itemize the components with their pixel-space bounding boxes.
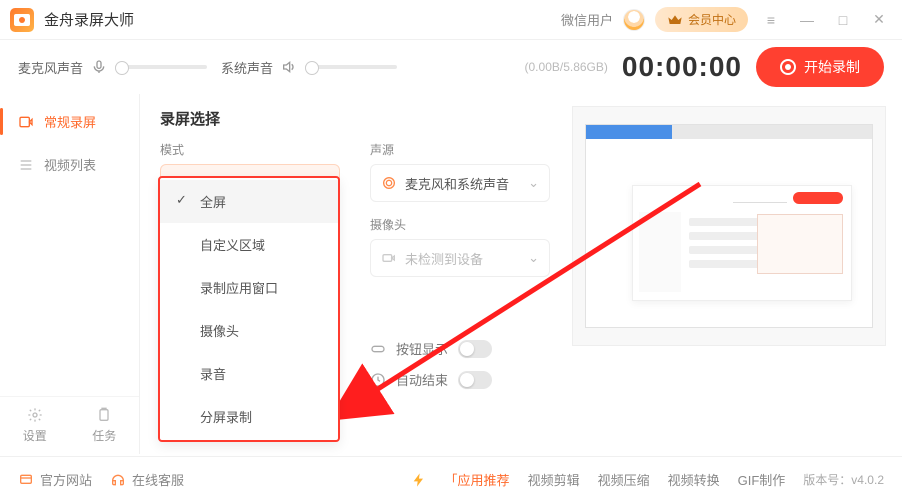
camera-value: 未检测到设备	[405, 249, 483, 268]
dropdown-option-app-window[interactable]: 录制应用窗口	[160, 266, 338, 309]
preview-desktop	[585, 124, 872, 329]
settings-label: 设置	[23, 429, 47, 443]
mode-dropdown: 全屏 自定义区域 录制应用窗口 摄像头 录音 分屏录制	[158, 176, 340, 442]
chevron-down-icon: ⌄	[528, 175, 539, 191]
auto-end-label: 自动结束	[396, 370, 448, 389]
dropdown-option-audio[interactable]: 录音	[160, 352, 338, 395]
storage-text: (0.00B/5.86GB)	[525, 60, 608, 74]
mic-label: 麦克风声音	[18, 58, 83, 77]
button-show-label: 按钮显示	[396, 339, 448, 358]
start-record-button[interactable]: 开始录制	[756, 47, 884, 87]
camera-icon	[381, 250, 397, 266]
tasks-label: 任务	[92, 429, 116, 443]
online-service-link[interactable]: 在线客服	[110, 470, 184, 489]
official-site-label: 官方网站	[40, 470, 92, 489]
auto-end-icon	[370, 372, 386, 388]
menu-icon[interactable]: ≡	[758, 12, 784, 28]
timer-display: 00:00:00	[622, 51, 742, 83]
gif-make-link[interactable]: GIF制作	[738, 470, 786, 489]
tasks-button[interactable]: 任务	[70, 397, 140, 454]
minimize-button[interactable]: —	[794, 12, 820, 28]
dropdown-option-fullscreen[interactable]: 全屏	[160, 180, 338, 223]
member-center-label: 会员中心	[688, 11, 736, 28]
audio-source-select[interactable]: 麦克风和系统声音 ⌄	[370, 164, 550, 202]
sidebar-item-label: 常规录屏	[44, 112, 96, 131]
app-logo-icon	[10, 8, 34, 32]
video-compress-link[interactable]: 视频压缩	[598, 470, 650, 489]
video-edit-link[interactable]: 视频剪辑	[528, 470, 580, 489]
version-text: 版本号：v4.0.2	[803, 471, 884, 488]
gear-icon	[27, 407, 43, 423]
chevron-down-icon: ⌄	[528, 250, 539, 266]
wechat-user-label: 微信用户	[561, 10, 613, 29]
mode-label: 模式	[160, 141, 340, 158]
button-show-icon	[370, 341, 386, 357]
record-tab-icon	[18, 114, 34, 130]
sidebar-item-record[interactable]: 常规录屏	[0, 100, 139, 143]
settings-button[interactable]: 设置	[0, 397, 70, 454]
user-avatar[interactable]	[623, 9, 645, 31]
source-value: 麦克风和系统声音	[405, 174, 509, 193]
home-icon	[18, 472, 34, 488]
camera-select[interactable]: 未检测到设备 ⌄	[370, 239, 550, 277]
list-icon	[18, 157, 34, 173]
sys-volume-slider[interactable]	[305, 65, 397, 69]
app-recommend-label: 「应用推荐	[445, 470, 510, 489]
mic-volume-slider[interactable]	[115, 65, 207, 69]
sidebar-item-label: 视频列表	[44, 155, 96, 174]
crown-icon	[667, 12, 683, 28]
official-site-link[interactable]: 官方网站	[18, 470, 92, 489]
preview-app-window	[632, 185, 851, 302]
mic-icon[interactable]	[91, 59, 107, 75]
auto-end-toggle[interactable]	[458, 371, 492, 389]
dropdown-option-custom-area[interactable]: 自定义区域	[160, 223, 338, 266]
audio-source-icon	[381, 175, 397, 191]
source-label: 声源	[370, 141, 550, 158]
record-button-label: 开始录制	[804, 57, 860, 77]
preview-area	[572, 106, 886, 346]
headset-icon	[110, 472, 126, 488]
close-button[interactable]: ✕	[866, 11, 892, 28]
dropdown-option-camera[interactable]: 摄像头	[160, 309, 338, 352]
online-service-label: 在线客服	[132, 470, 184, 489]
app-title: 金舟录屏大师	[44, 9, 134, 30]
clipboard-icon	[96, 407, 112, 423]
record-icon	[780, 59, 796, 75]
button-show-toggle[interactable]	[458, 340, 492, 358]
dropdown-option-split[interactable]: 分屏录制	[160, 395, 338, 438]
flash-icon	[411, 472, 427, 488]
video-convert-link[interactable]: 视频转换	[668, 470, 720, 489]
maximize-button[interactable]: □	[830, 12, 856, 28]
sidebar-item-videolist[interactable]: 视频列表	[0, 143, 139, 186]
camera-label: 摄像头	[370, 216, 550, 233]
section-title: 录屏选择	[160, 108, 552, 129]
member-center-button[interactable]: 会员中心	[655, 7, 748, 32]
speaker-icon[interactable]	[281, 59, 297, 75]
sys-audio-label: 系统声音	[221, 58, 273, 77]
